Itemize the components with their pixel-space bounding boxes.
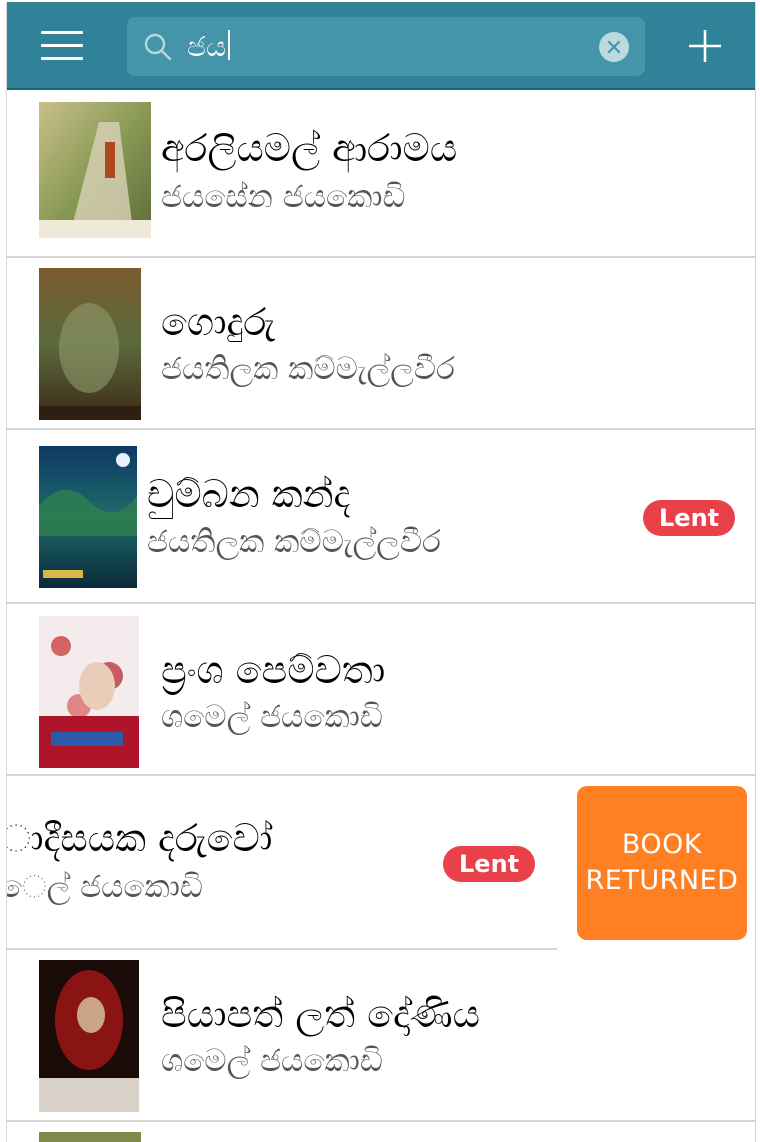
- plus-icon[interactable]: [687, 28, 723, 64]
- book-cover: [39, 1132, 141, 1142]
- book-author: ජයතිලක කම්මැල්ලවීර: [147, 524, 441, 560]
- book-author: ශමෙල් ජයකොඩි: [161, 1043, 383, 1079]
- book-returned-button[interactable]: BOOK RETURNED: [577, 786, 747, 940]
- book-list-item[interactable]: පියාපත් ලත් දෝණිය ශමෙල් ජයකොඩි: [7, 950, 755, 1122]
- lent-badge: Lent: [443, 846, 536, 882]
- book-author: ජයතිලක කම්මැල්ලවීර: [161, 351, 455, 387]
- book-title: ාදීසයක දරුවෝ: [6, 816, 273, 860]
- book-cover: [39, 616, 139, 768]
- book-returned-line1: BOOK: [621, 829, 703, 860]
- book-title: අරලියමල් ආරාමය: [161, 126, 458, 170]
- lent-badge: Lent: [643, 500, 736, 536]
- book-author: ජයසේන ජයකොඩි: [161, 179, 406, 215]
- search-input[interactable]: ජය: [187, 27, 231, 67]
- book-cover: [39, 102, 151, 238]
- book-title: පියාපත් ලත් දෝණිය: [161, 992, 480, 1036]
- book-cover: [39, 268, 141, 420]
- book-list-item[interactable]: ප්‍රංශ පෙම්වතා ශමෙල් ජයකොඩි: [7, 604, 755, 776]
- book-author: ශමෙල් ජයකොඩි: [161, 699, 383, 735]
- book-list-item-swiped[interactable]: ාදීසයක දරුවෝ ෙල් ජයකොඩි Lent: [7, 776, 557, 950]
- book-author: ෙල් ජයකොඩි: [6, 869, 203, 905]
- book-title: චුම්බන කන්ද: [147, 472, 351, 516]
- book-cover: [39, 446, 137, 588]
- app-window: ජය අරලියමල් ආරාමය ජයසේන ජයකොඩි ගොදුරු ජය…: [6, 2, 756, 1142]
- book-list-item[interactable]: චුම්බන කන්ද ජයතිලක කම්මැල්ලවීර Lent: [7, 430, 755, 604]
- clear-icon[interactable]: [599, 32, 629, 62]
- book-title: ප්‍රංශ පෙම්වතා: [161, 648, 386, 692]
- book-returned-line2: RETURNED: [585, 865, 739, 896]
- book-list-item[interactable]: අරලියමල් ආරාමය ජයසේන ජයකොඩි: [7, 90, 755, 258]
- search-icon: [144, 33, 172, 61]
- top-app-bar: ජය: [7, 2, 755, 90]
- book-cover: [39, 960, 139, 1112]
- book-list-item[interactable]: ගොදුරු ජයතිලක කම්මැල්ලවීර: [7, 258, 755, 430]
- book-list-item[interactable]: [7, 1122, 755, 1142]
- hamburger-icon[interactable]: [41, 31, 85, 61]
- book-title: ගොදුරු: [161, 300, 276, 344]
- search-field[interactable]: ජය: [127, 17, 645, 76]
